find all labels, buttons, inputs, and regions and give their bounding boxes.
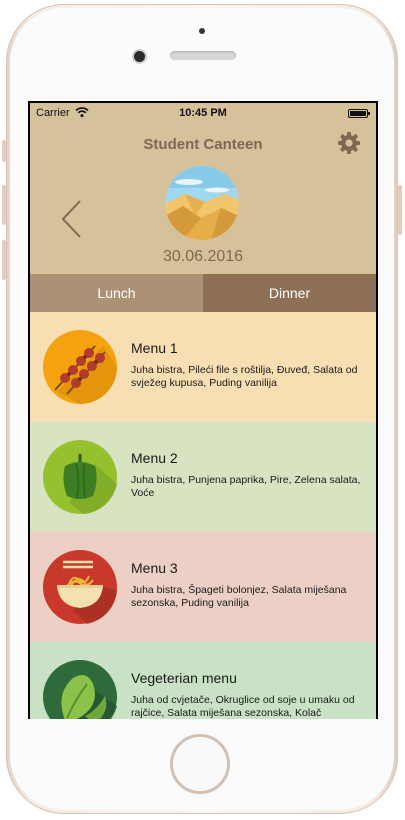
menu-name: Menu 2 [131, 450, 178, 466]
page-title: Student Canteen [143, 136, 263, 153]
gear-icon[interactable] [337, 131, 361, 155]
menu-card-vegetarian[interactable]: Vegeterian menu Juha od cvjetače, Okrugl… [30, 642, 376, 719]
mute-switch [2, 140, 6, 162]
meal-tabs: Lunch Dinner [30, 274, 376, 312]
menu-description: Juha bistra, Punjena paprika, Pire, Zele… [131, 474, 361, 499]
home-button[interactable] [170, 734, 230, 794]
status-bar: Carrier 10:45 PM [30, 103, 376, 123]
menu-name: Menu 1 [131, 340, 178, 356]
front-camera [134, 51, 145, 62]
menu-card-2[interactable]: Menu 2 Juha bistra, Punjena paprika, Pir… [30, 422, 376, 532]
pepper-icon [43, 440, 117, 514]
menu-name: Vegeterian menu [131, 670, 237, 686]
menu-name: Menu 3 [131, 560, 178, 576]
volume-up-button [2, 185, 6, 225]
leaf-icon [43, 660, 117, 719]
desert-image [165, 166, 239, 240]
menu-card-3[interactable]: Menu 3 Juha bistra, Špageti bolonjez, Sa… [30, 532, 376, 642]
app-screen: Carrier 10:45 PM Student Canteen 30.06.2… [30, 103, 376, 719]
screen: Carrier 10:45 PM Student Canteen 30.06.2… [28, 101, 378, 719]
menu-description: Juha bistra, Pileći file s roštilja, Đuv… [131, 364, 358, 389]
proximity-sensor [199, 28, 205, 34]
chevron-left-icon[interactable] [60, 199, 84, 239]
selected-date: 30.06.2016 [162, 248, 244, 265]
menu-description: Juha bistra, Špageti bolonjez, Salata mi… [131, 584, 347, 609]
battery-icon [348, 109, 370, 118]
volume-down-button [2, 240, 6, 280]
menu-description: Juha od cvjetače, Okruglice od soje u um… [131, 694, 355, 719]
earpiece-speaker [170, 51, 236, 60]
skewer-icon [43, 330, 117, 404]
menu-card-1[interactable]: Menu 1 Juha bistra, Pileći file s roštil… [30, 312, 376, 422]
power-button [398, 185, 402, 235]
clock: 10:45 PM [179, 107, 227, 119]
tab-lunch[interactable]: Lunch [30, 274, 203, 312]
noodle-bowl-icon [43, 550, 117, 624]
tab-dinner[interactable]: Dinner [203, 274, 376, 312]
